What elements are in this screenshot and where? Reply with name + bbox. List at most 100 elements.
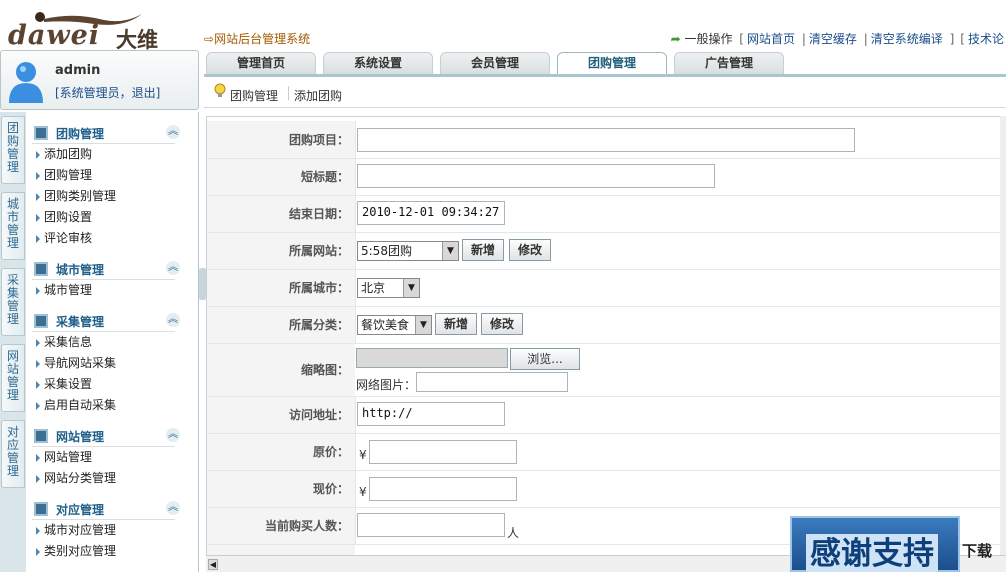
- city-select[interactable]: 北京 ▼: [357, 278, 420, 298]
- currency-symbol: ¥: [359, 485, 367, 499]
- group-title: 城市管理: [56, 263, 105, 277]
- thumbnail-file-input[interactable]: [356, 348, 508, 368]
- group-icon: [34, 314, 48, 328]
- groupbuy-form: 团购项目： 短标题： 结束日期： 2010-12-01 09:34:27 所属网…: [206, 116, 1006, 572]
- user-role-logout[interactable]: [系统管理员，退出]: [55, 84, 160, 101]
- vtab-label: 采集管理: [7, 273, 20, 326]
- buyers-input[interactable]: [357, 513, 505, 537]
- page: dawei 大维 ⇨网站后台管理系统 ➦ 一般操作 [网站首页 | 清空缓存 | 清…: [0, 0, 1006, 572]
- group-title: 团购管理: [56, 127, 105, 141]
- row-current-price: 现价： ¥: [207, 471, 1006, 508]
- tab-home[interactable]: 管理首页: [206, 52, 316, 74]
- sidebar-item-groupbuy-settings[interactable]: 团购设置: [26, 207, 199, 228]
- sidebar-item-city-mapping[interactable]: 城市对应管理: [26, 520, 199, 541]
- current-price-label: 现价：: [207, 471, 355, 507]
- sidebar-item-city-management[interactable]: 城市管理: [26, 280, 199, 301]
- sidebar-item-auto-collect[interactable]: 启用自动采集: [26, 395, 199, 416]
- edit-site-button[interactable]: 修改: [509, 239, 551, 261]
- row-site: 所属网站： 5:58团购 ▼ 新增 修改: [207, 233, 1006, 270]
- tab-ad-management[interactable]: 广告管理: [674, 52, 784, 74]
- buyers-unit: 人: [507, 526, 520, 540]
- row-project: 团购项目：: [207, 121, 1006, 159]
- back-arrow-icon: ➦: [670, 32, 681, 46]
- row-original-price: 原价： ¥: [207, 434, 1006, 471]
- sidebar: 团购管理 ︽ 添加团购 团购管理 团购类别管理 团购设置 评论审核 城市管理 ︽…: [26, 112, 199, 572]
- sidebar-group-city: 城市管理 ︽ 城市管理: [26, 258, 199, 301]
- system-title: ⇨网站后台管理系统: [204, 30, 310, 47]
- vertical-tabs: 团购管理 城市管理 采集管理 网站管理 对应管理: [0, 112, 26, 572]
- vtab-mapping[interactable]: 对应管理: [1, 420, 25, 488]
- sidebar-item-nav-site-collect[interactable]: 导航网站采集: [26, 353, 199, 374]
- link-clear-compile[interactable]: 清空系统编译: [871, 32, 943, 46]
- chevron-down-icon: ▼: [415, 316, 431, 334]
- short-title-input[interactable]: [357, 164, 715, 188]
- chevron-down-icon: ▼: [442, 242, 458, 260]
- vtab-groupbuy[interactable]: 团购管理: [1, 116, 25, 184]
- collapse-icon[interactable]: ︽: [166, 125, 180, 139]
- collapse-icon[interactable]: ︽: [166, 428, 180, 442]
- sidebar-group-mapping: 对应管理 ︽ 城市对应管理 类别对应管理: [26, 498, 199, 562]
- scroll-left-icon[interactable]: ◀: [208, 559, 218, 570]
- edit-category-button[interactable]: 修改: [481, 313, 523, 335]
- link-site-home[interactable]: 网站首页: [747, 32, 795, 46]
- collapse-icon[interactable]: ︽: [166, 261, 180, 275]
- vtab-collect[interactable]: 采集管理: [1, 268, 25, 336]
- add-site-button[interactable]: 新增: [462, 239, 504, 261]
- thanks-banner: 感谢支持: [790, 516, 960, 572]
- short-title-label: 短标题：: [207, 159, 355, 195]
- url-label: 访问地址：: [207, 397, 355, 433]
- end-date-input[interactable]: 2010-12-01 09:34:27: [357, 201, 505, 225]
- vertical-scrollbar[interactable]: [1000, 116, 1006, 556]
- sidebar-item-website-management[interactable]: 网站管理: [26, 447, 199, 468]
- breadcrumb-current[interactable]: 添加团购: [294, 87, 342, 104]
- tab-groupbuy-management[interactable]: 团购管理: [557, 52, 667, 76]
- sidebar-item-add-groupbuy[interactable]: 添加团购: [26, 144, 199, 165]
- sidebar-item-website-category[interactable]: 网站分类管理: [26, 468, 199, 489]
- original-price-label: 原价：: [207, 434, 355, 470]
- group-icon: [34, 502, 48, 516]
- group-icon: [34, 262, 48, 276]
- add-category-button[interactable]: 新增: [435, 313, 477, 335]
- vtab-website[interactable]: 网站管理: [1, 344, 25, 412]
- vtab-label: 城市管理: [7, 197, 20, 250]
- link-clear-cache[interactable]: 清空缓存: [809, 32, 857, 46]
- logo: dawei 大维: [4, 4, 174, 52]
- sidebar-group-groupbuy: 团购管理 ︽ 添加团购 团购管理 团购类别管理 团购设置 评论审核: [26, 122, 199, 249]
- sidebar-item-category-mapping[interactable]: 类别对应管理: [26, 541, 199, 562]
- row-end-date: 结束日期： 2010-12-01 09:34:27: [207, 196, 1006, 233]
- user-panel: admin [系统管理员，退出]: [0, 50, 199, 110]
- sidebar-item-groupbuy-category[interactable]: 团购类别管理: [26, 186, 199, 207]
- collapse-icon[interactable]: ︽: [166, 313, 180, 327]
- link-forum[interactable]: 技术论: [968, 32, 1004, 46]
- chevron-down-icon: ▼: [403, 279, 419, 297]
- breadcrumb-section[interactable]: 团购管理: [230, 87, 278, 104]
- url-input[interactable]: http://: [357, 402, 505, 426]
- vtab-city[interactable]: 城市管理: [1, 192, 25, 260]
- sidebar-splitter[interactable]: [199, 268, 206, 300]
- original-price-input[interactable]: [369, 440, 517, 464]
- site-select[interactable]: 5:58团购 ▼: [357, 241, 459, 261]
- collapse-icon[interactable]: ︽: [166, 501, 180, 515]
- vtab-label: 团购管理: [7, 121, 20, 174]
- user-name: admin: [55, 63, 101, 78]
- quick-links: ➦ 一般操作 [网站首页 | 清空缓存 | 清空系统编译 ][技术论: [670, 32, 1004, 46]
- current-price-input[interactable]: [369, 477, 517, 501]
- project-input[interactable]: [357, 128, 855, 152]
- category-select[interactable]: 餐饮美食 ▼: [357, 315, 432, 335]
- tab-member-management[interactable]: 会员管理: [440, 52, 550, 74]
- row-thumbnail: 缩略图： 浏览... 网络图片：: [207, 344, 1006, 397]
- vtab-label: 对应管理: [7, 425, 20, 478]
- group-title: 对应管理: [56, 503, 105, 517]
- banner-text: 感谢支持: [806, 534, 938, 572]
- browse-button[interactable]: 浏览...: [510, 348, 580, 370]
- net-image-input[interactable]: [416, 372, 568, 392]
- group-icon: [34, 126, 48, 140]
- sidebar-item-comment-review[interactable]: 评论审核: [26, 228, 199, 249]
- sidebar-item-collect-info[interactable]: 采集信息: [26, 332, 199, 353]
- net-image-label: 网络图片：: [356, 378, 417, 392]
- sidebar-item-collect-settings[interactable]: 采集设置: [26, 374, 199, 395]
- row-city: 所属城市： 北京 ▼: [207, 270, 1006, 307]
- sidebar-item-groupbuy-management[interactable]: 团购管理: [26, 165, 199, 186]
- sidebar-group-collect: 采集管理 ︽ 采集信息 导航网站采集 采集设置 启用自动采集: [26, 310, 199, 416]
- tab-system-settings[interactable]: 系统设置: [323, 52, 433, 74]
